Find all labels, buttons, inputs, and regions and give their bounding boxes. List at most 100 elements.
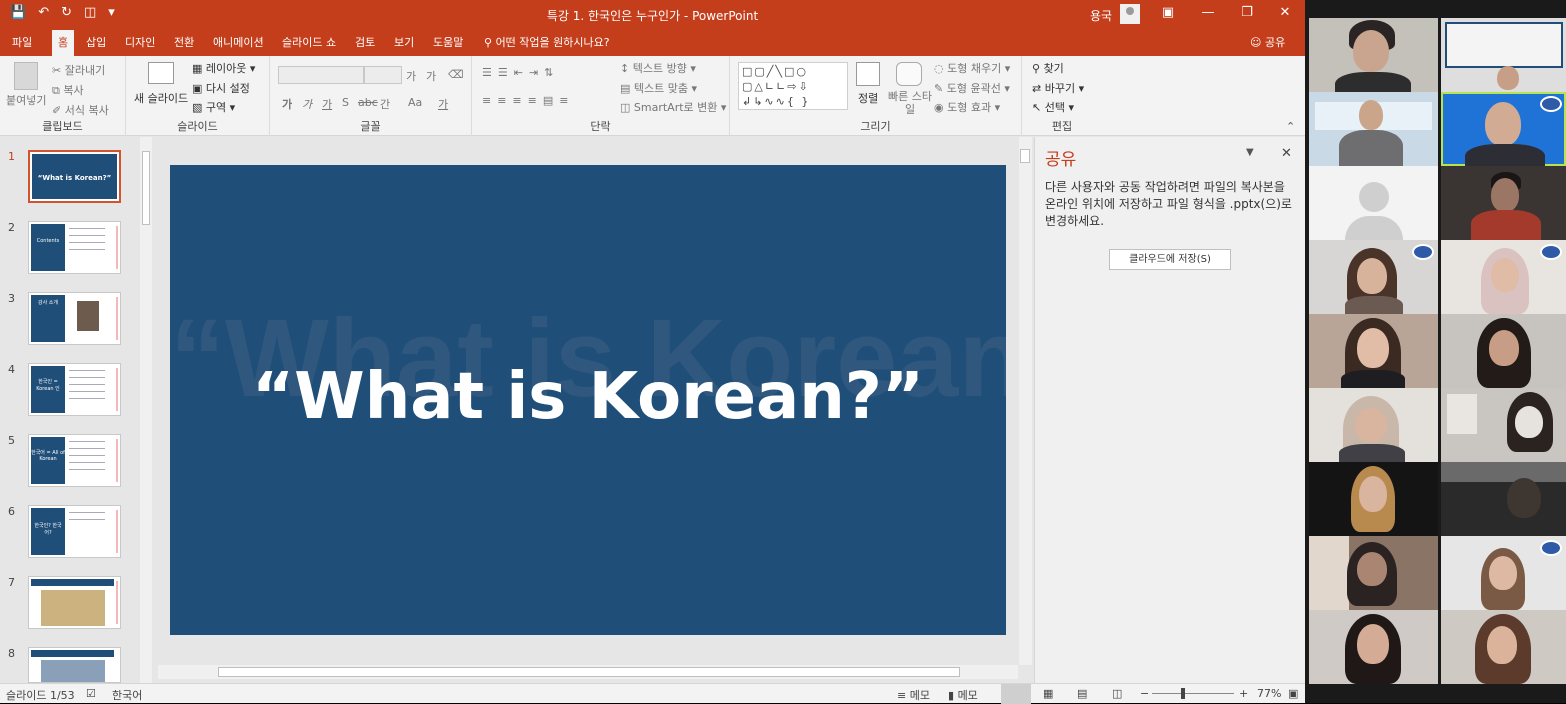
shape-fill-button[interactable]: ◌ 도형 채우기 ▾ bbox=[934, 60, 1010, 76]
tab-animations[interactable]: 애니메이션 bbox=[207, 30, 270, 56]
layout-button[interactable]: ▦ 레이아웃 ▾ bbox=[192, 60, 255, 76]
thumbnails-scrollbar[interactable] bbox=[140, 137, 152, 683]
participant-video-tile[interactable] bbox=[1309, 18, 1438, 92]
participant-video-tile[interactable] bbox=[1441, 610, 1566, 684]
shrink-font-button[interactable]: 가 bbox=[426, 68, 436, 84]
participant-video-tile[interactable] bbox=[1309, 610, 1438, 684]
language-indicator[interactable]: 한국어 bbox=[112, 687, 142, 703]
close-icon[interactable]: ✕ bbox=[1270, 5, 1300, 20]
slide-thumbnail-8[interactable] bbox=[28, 647, 121, 683]
share-button[interactable]: ☺ 공유 bbox=[1250, 30, 1285, 56]
zoom-level[interactable]: 77% bbox=[1257, 687, 1281, 700]
ribbon-display-icon[interactable]: ▣ bbox=[1153, 5, 1183, 20]
chevron-down-icon[interactable]: ▼ bbox=[1246, 147, 1254, 158]
smartart-button[interactable]: ◫ SmartArt로 변환 ▾ bbox=[620, 99, 726, 115]
participant-video-tile[interactable] bbox=[1441, 314, 1566, 388]
select-button[interactable]: ↖ 선택 ▾ bbox=[1032, 99, 1074, 115]
scrollbar-handle[interactable] bbox=[218, 667, 960, 677]
participant-video-tile[interactable] bbox=[1309, 536, 1438, 610]
participant-video-tile[interactable] bbox=[1441, 92, 1566, 166]
italic-button[interactable]: 가 bbox=[302, 96, 312, 112]
arrange-button[interactable]: 정렬 bbox=[858, 90, 878, 106]
current-slide[interactable]: “What is Korean?” “What is Korean?” bbox=[170, 165, 1006, 635]
restore-icon[interactable]: ❐ bbox=[1232, 5, 1262, 20]
participant-video-tile[interactable] bbox=[1309, 240, 1438, 314]
tab-slideshow[interactable]: 슬라이드 쇼 bbox=[276, 30, 342, 56]
slide-thumbnail-6[interactable]: 한국인? 한국어? bbox=[28, 505, 121, 558]
font-name-input[interactable] bbox=[278, 66, 364, 84]
bold-button[interactable]: 가 bbox=[282, 96, 292, 112]
participant-video-tile[interactable] bbox=[1441, 536, 1566, 610]
comments-button[interactable]: ▮ 메모 bbox=[948, 687, 978, 703]
tab-view[interactable]: 보기 bbox=[388, 30, 420, 56]
text-direction-button[interactable]: ↕ 텍스트 방향 ▾ bbox=[620, 60, 696, 76]
replace-button[interactable]: ⇄ 바꾸기 ▾ bbox=[1032, 80, 1084, 96]
normal-view-button[interactable] bbox=[1001, 684, 1031, 704]
grow-font-button[interactable]: 가 bbox=[406, 68, 416, 84]
avatar[interactable] bbox=[1120, 4, 1140, 24]
char-spacing-button[interactable]: 간 bbox=[380, 96, 390, 112]
quick-styles-button[interactable]: 빠른 스타일 bbox=[888, 90, 932, 116]
tab-insert[interactable]: 삽입 bbox=[80, 30, 112, 56]
zoom-out-button[interactable]: − bbox=[1140, 687, 1149, 700]
tab-transitions[interactable]: 전환 bbox=[168, 30, 200, 56]
format-painter-button[interactable]: ✐ 서식 복사 bbox=[52, 102, 109, 118]
participant-video-tile[interactable] bbox=[1441, 240, 1566, 314]
save-to-cloud-button[interactable]: 클라우드에 저장(S) bbox=[1109, 249, 1231, 270]
participant-video-tile[interactable] bbox=[1309, 92, 1438, 166]
find-button[interactable]: ⚲ 찾기 bbox=[1032, 60, 1064, 76]
new-slide-button[interactable]: 새 슬라이드 bbox=[134, 90, 188, 106]
slide-thumbnail-1[interactable]: “What is Korean?” bbox=[28, 150, 121, 203]
zoom-slider-handle[interactable] bbox=[1181, 688, 1185, 699]
tab-review[interactable]: 검토 bbox=[349, 30, 381, 56]
zoom-in-button[interactable]: + bbox=[1239, 687, 1248, 700]
slide-title[interactable]: “What is Korean?” bbox=[170, 360, 1006, 434]
font-color-button[interactable]: 가 bbox=[438, 96, 448, 112]
font-size-input[interactable] bbox=[364, 66, 402, 84]
participant-video-tile[interactable] bbox=[1441, 18, 1566, 92]
slide-thumbnail-5[interactable]: 한국어 = All of Korean bbox=[28, 434, 121, 487]
list-buttons[interactable]: ☰☰⇤⇥⇅ bbox=[482, 66, 559, 79]
close-icon[interactable]: ✕ bbox=[1281, 146, 1292, 161]
collapse-ribbon-icon[interactable]: ⌃ bbox=[1286, 120, 1295, 133]
underline-button[interactable]: 가 bbox=[322, 96, 332, 112]
slide-thumbnail-3[interactable]: 강사 소개 bbox=[28, 292, 121, 345]
participant-video-tile[interactable] bbox=[1309, 314, 1438, 388]
notes-button[interactable]: ≡ 메모 bbox=[897, 687, 930, 703]
minimize-icon[interactable]: — bbox=[1193, 5, 1223, 20]
shape-effects-button[interactable]: ◉ 도형 효과 ▾ bbox=[934, 99, 1000, 115]
spelling-icon[interactable]: ☑ bbox=[86, 687, 96, 700]
participant-placeholder-tile[interactable] bbox=[1309, 166, 1438, 240]
slide-thumbnail-7[interactable] bbox=[28, 576, 121, 629]
slide-thumbnail-4[interactable]: 한국인 = Korean 인 bbox=[28, 363, 121, 416]
shadow-button[interactable]: S bbox=[342, 96, 349, 109]
tab-home[interactable]: 홈 bbox=[52, 30, 75, 56]
copy-button[interactable]: ⧉ 복사 bbox=[52, 82, 84, 98]
slideshow-view-icon[interactable]: ◫ bbox=[1112, 687, 1122, 700]
participant-video-tile[interactable] bbox=[1441, 462, 1566, 536]
scrollbar-handle[interactable] bbox=[1020, 149, 1030, 163]
participant-video-tile[interactable] bbox=[1309, 462, 1438, 536]
reset-button[interactable]: ▣ 다시 설정 bbox=[192, 80, 250, 96]
participant-video-tile[interactable] bbox=[1309, 388, 1438, 462]
tab-file[interactable]: 파일 bbox=[6, 30, 38, 56]
strikethrough-button[interactable]: abc bbox=[358, 96, 378, 109]
shape-outline-button[interactable]: ✎ 도형 윤곽선 ▾ bbox=[934, 80, 1010, 96]
cut-button[interactable]: ✂ 잘라내기 bbox=[52, 62, 105, 78]
shapes-gallery[interactable]: □▢╱╲□○ ▢△∟∟⇨⇩ ↲↳∿∿{ } bbox=[738, 62, 848, 110]
fit-to-window-icon[interactable]: ▣ bbox=[1288, 687, 1298, 700]
editor-vertical-scrollbar[interactable] bbox=[1019, 137, 1032, 665]
user-name[interactable]: 용국 bbox=[1090, 7, 1112, 24]
alignment-buttons[interactable]: ≡≡≡≡▤≡ bbox=[482, 94, 574, 107]
align-text-button[interactable]: ▤ 텍스트 맞춤 ▾ bbox=[620, 80, 697, 96]
participant-video-tile[interactable] bbox=[1441, 388, 1566, 462]
slide-thumbnail-2[interactable]: Contents bbox=[28, 221, 121, 274]
tab-design[interactable]: 디자인 bbox=[119, 30, 161, 56]
zoom-slider[interactable] bbox=[1152, 693, 1234, 694]
tab-help[interactable]: 도움말 bbox=[427, 30, 469, 56]
participant-video-tile[interactable] bbox=[1441, 166, 1566, 240]
change-case-button[interactable]: Aa bbox=[408, 96, 422, 109]
tell-me-search[interactable]: ⚲ 어떤 작업을 원하시나요? bbox=[484, 30, 610, 56]
clear-format-icon[interactable]: ⌫ bbox=[448, 68, 464, 81]
editor-horizontal-scrollbar[interactable] bbox=[158, 665, 1018, 679]
